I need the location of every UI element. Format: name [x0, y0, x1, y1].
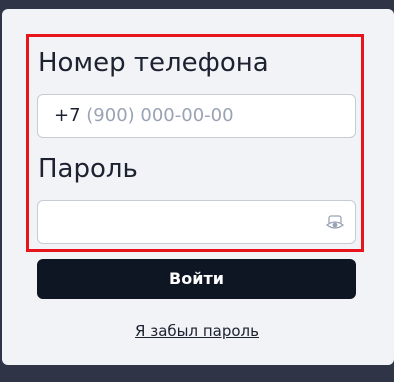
forgot-password-link[interactable]: Я забыл пароль: [0, 321, 394, 341]
password-input[interactable]: [37, 200, 356, 244]
login-button[interactable]: Войти: [37, 259, 356, 299]
phone-mask: (900) 000-00-00: [86, 105, 234, 126]
eye-icon[interactable]: [325, 213, 345, 233]
phone-input[interactable]: +7 (900) 000-00-00: [37, 94, 356, 138]
phone-placeholder: +7 (900) 000-00-00: [54, 105, 234, 127]
password-label: Пароль: [38, 154, 138, 184]
phone-prefix: +7: [54, 105, 87, 126]
phone-label: Номер телефона: [38, 48, 269, 78]
